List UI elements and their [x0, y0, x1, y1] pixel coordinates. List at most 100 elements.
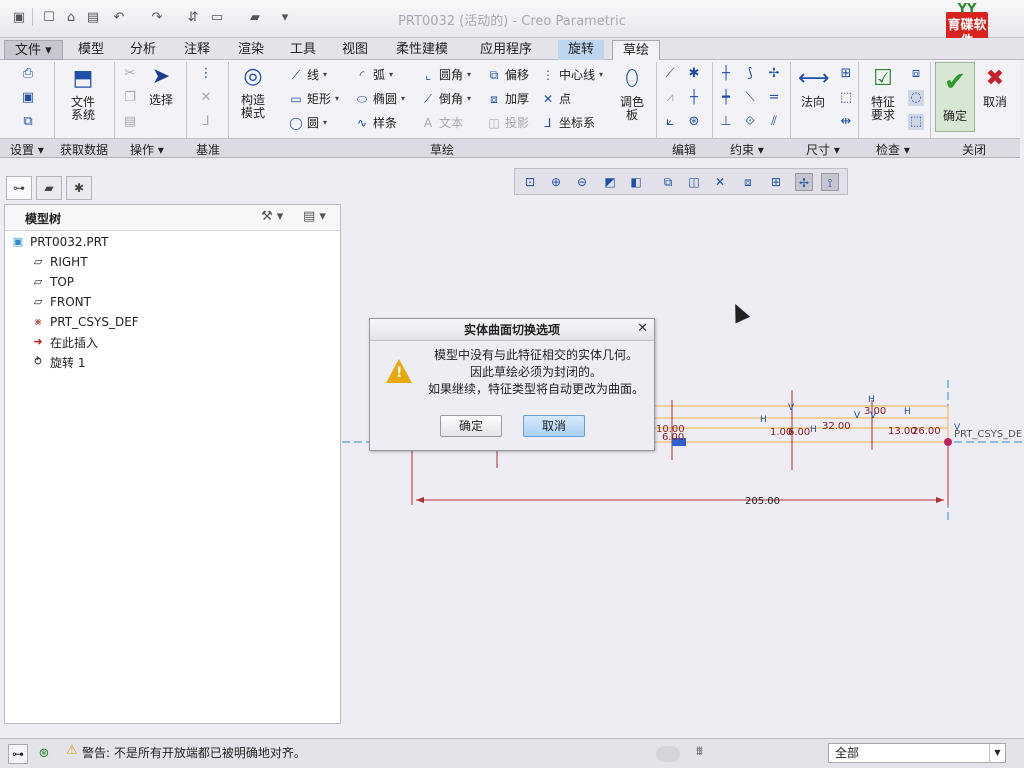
group-operations[interactable]: 操作 ▾ [130, 141, 164, 158]
reference-dim-icon[interactable]: ⬚ [838, 90, 854, 106]
ok-button[interactable]: ✔ 确定 [935, 62, 975, 132]
select-button[interactable]: ➤ 选择 [144, 64, 178, 107]
vertical-constraint-icon[interactable]: ┼ [718, 66, 734, 82]
favorites-tab[interactable]: ✱ [66, 176, 92, 200]
datum-display-icon[interactable]: ✕ [711, 173, 729, 191]
sketch-view-icon[interactable]: ⧉ [20, 114, 36, 130]
refit-icon[interactable]: ⊡ [521, 173, 539, 191]
palette-button[interactable]: ⬯ 调色 板 [614, 66, 650, 122]
tab-tools[interactable]: 工具 [280, 40, 326, 60]
feature-requirements-button[interactable]: ☑ 特征 要求 [864, 66, 902, 122]
datum-csys-icon[interactable]: ⅃ [198, 114, 214, 130]
folder-browser-tab[interactable]: ▰ [36, 176, 62, 200]
project-button[interactable]: ◫ 投影 [486, 114, 529, 131]
baseline-icon[interactable]: ⇹ [838, 114, 854, 130]
coincident-constraint-icon[interactable]: ⟍ [742, 90, 758, 106]
construct-mode-button[interactable]: ◎ 构造 模式 [234, 64, 272, 120]
offset-button[interactable]: ⧉ 偏移 [486, 66, 529, 83]
modify-icon[interactable]: ⟋ [662, 66, 678, 82]
centerline-button[interactable]: ⋮ 中心线 ▾ [540, 66, 603, 83]
settings-tools-icon[interactable]: ⚒ ▾ [261, 209, 283, 224]
fillet-button[interactable]: ⌞ 圆角 ▾ [420, 66, 471, 83]
dialog-cancel-button[interactable]: 取消 [523, 415, 585, 437]
tab-applications[interactable]: 应用程序 [470, 40, 542, 60]
reference-icon[interactable]: ▣ [20, 90, 36, 106]
text-button[interactable]: A 文本 [420, 114, 463, 131]
csys-button[interactable]: ⅃ 坐标系 [540, 114, 595, 131]
group-setup[interactable]: 设置 ▾ [10, 141, 44, 158]
delete-segment-icon[interactable]: ✱ [686, 66, 702, 82]
rect-button[interactable]: ▭ 矩形 ▾ [288, 90, 339, 107]
sketcher-constraint-icon[interactable]: ⟟ [821, 173, 839, 191]
dialog-ok-button[interactable]: 确定 [440, 415, 502, 437]
tab-model[interactable]: 模型 [68, 40, 114, 60]
mirror-icon[interactable]: ⩘ [662, 90, 678, 106]
tree-item-front[interactable]: ▱ FRONT [31, 293, 91, 311]
group-constrain[interactable]: 约束 ▾ [730, 141, 764, 158]
divide-icon[interactable]: ┼ [686, 90, 702, 106]
zoom-in-icon[interactable]: ⊕ [547, 173, 565, 191]
tab-flexible-modeling[interactable]: 柔性建模 [386, 40, 458, 60]
parallel-constraint-icon[interactable]: ⫽ [766, 114, 782, 130]
equal-constraint-icon[interactable]: = [766, 90, 782, 106]
progress-toggle[interactable] [656, 746, 680, 762]
arc-button[interactable]: ◜ 弧 ▾ [354, 66, 393, 83]
tree-item-csys[interactable]: ⨳ PRT_CSYS_DEF [31, 313, 139, 331]
chamfer-button[interactable]: ⟋ 倒角 ▾ [420, 90, 471, 107]
horizontal-constraint-icon[interactable]: ┿ [718, 90, 734, 106]
navigator-toggle-icon[interactable]: ⊶ [8, 744, 28, 764]
repaint-icon[interactable]: ◩ [601, 173, 619, 191]
spline-button[interactable]: ∿ 样条 [354, 114, 397, 131]
line-button[interactable]: ⟋ 线 ▾ [288, 66, 327, 83]
corner-icon[interactable]: ⟀ [662, 114, 678, 130]
group-dimension[interactable]: 尺寸 ▾ [806, 141, 840, 158]
browser-toggle-icon[interactable]: ⊛ [34, 744, 54, 764]
dialog-close-icon[interactable]: ✕ [637, 321, 648, 336]
group-inspect[interactable]: 检查 ▾ [876, 141, 910, 158]
normal-dimension-button[interactable]: ⟷ 法向 [796, 66, 830, 109]
highlight-open-ends-icon[interactable]: ◌ [908, 90, 924, 106]
tree-item-top[interactable]: ▱ TOP [31, 273, 74, 291]
sketch-view-icon[interactable]: ◫ [685, 173, 703, 191]
tab-view[interactable]: 视图 [332, 40, 378, 60]
symmetric-constraint-icon[interactable]: ⟐ [742, 114, 758, 130]
copy-icon[interactable]: ❐ [122, 90, 138, 106]
tab-annotate[interactable]: 注释 [174, 40, 220, 60]
tree-item-revolve[interactable]: ⥁ 旋转 1 [31, 353, 85, 371]
cancel-button[interactable]: ✖ 取消 [978, 66, 1012, 109]
annotation-display-icon[interactable]: ⧈ [739, 173, 757, 191]
tab-file[interactable]: 文件 ▾ [4, 40, 63, 60]
tab-analysis[interactable]: 分析 [120, 40, 166, 60]
model-tree-tab[interactable]: ⊶ [6, 176, 32, 200]
tree-item-right[interactable]: ▱ RIGHT [31, 253, 88, 271]
zoom-out-icon[interactable]: ⊖ [573, 173, 591, 191]
rotate-resize-icon[interactable]: ⊛ [686, 114, 702, 130]
regen-status-icon[interactable]: ⩩ [696, 744, 703, 759]
sketch-setup-icon[interactable]: ⎙ [20, 66, 36, 82]
cut-icon[interactable]: ✂ [122, 66, 138, 82]
tree-item-insert-here[interactable]: ➜ 在此插入 [31, 333, 98, 351]
mid-constraint-icon[interactable]: ✢ [766, 66, 782, 82]
circle-button[interactable]: ◯ 圆 ▾ [288, 114, 327, 131]
paste-icon[interactable]: ▤ [122, 114, 138, 130]
display-style-icon[interactable]: ◧ [627, 173, 645, 191]
tab-render[interactable]: 渲染 [228, 40, 274, 60]
tab-sketch[interactable]: 草绘 [612, 40, 661, 60]
datum-point-icon[interactable]: ✕ [198, 90, 214, 106]
point-button[interactable]: ✕ 点 [540, 90, 571, 107]
thicken-button[interactable]: ⧈ 加厚 [486, 90, 529, 107]
selection-filter-select[interactable]: 全部 ▼ [828, 743, 1006, 763]
overlap-icon[interactable]: ⧈ [908, 66, 924, 82]
shade-closed-icon[interactable]: ⬚ [908, 114, 924, 130]
sketcher-display-icon[interactable]: ✢ [795, 173, 813, 191]
tangent-constraint-icon[interactable]: ⟆ [742, 66, 758, 82]
file-system-button[interactable]: ⬒ 文件 系统 [60, 66, 106, 122]
spin-center-icon[interactable]: ⊞ [767, 173, 785, 191]
show-menu-icon[interactable]: ▤ ▾ [303, 209, 326, 224]
saved-views-icon[interactable]: ⧉ [659, 173, 677, 191]
perimeter-icon[interactable]: ⊞ [838, 66, 854, 82]
tab-revolve[interactable]: 旋转 [558, 40, 605, 60]
ellipse-button[interactable]: ⬭ 椭圆 ▾ [354, 90, 405, 107]
perpendicular-constraint-icon[interactable]: ⊥ [718, 114, 734, 130]
tree-item-part[interactable]: ▣ PRT0032.PRT [11, 233, 109, 251]
